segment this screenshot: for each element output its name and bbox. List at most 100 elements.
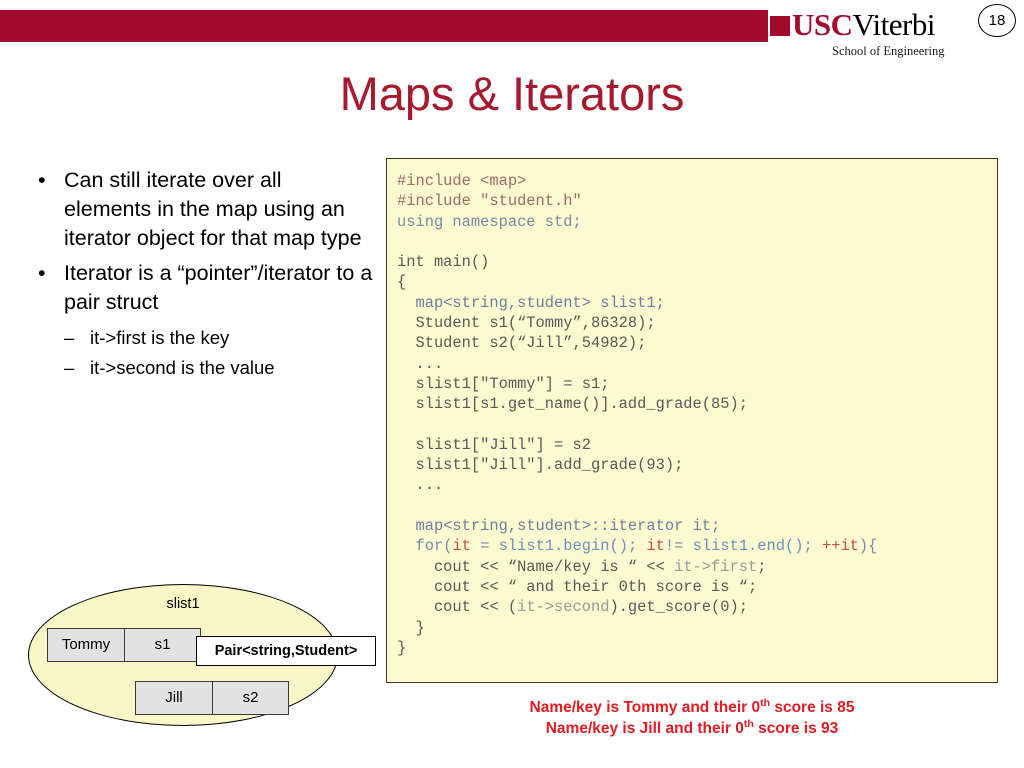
code-token: ...: [397, 476, 444, 495]
code-listing: #include <map> #include "student.h" using …: [386, 158, 998, 683]
code-token: ){: [858, 537, 878, 556]
logo-usc-text: USC: [792, 7, 853, 42]
map-entry-value: s2: [212, 682, 288, 714]
map-entry-value: s1: [124, 629, 200, 661]
program-output: Name/key is Tommy and their 0th score is…: [386, 697, 998, 739]
output-line2-sup: th: [743, 717, 754, 730]
code-token: ;: [803, 537, 822, 556]
bullet-item: • Can still iterate over all elements in …: [24, 166, 374, 253]
code-token: slist1[s1.get_name()].add_grade(85);: [397, 395, 748, 414]
code-token: slist1["Tommy"] = s1;: [397, 374, 610, 393]
bullet-text: it->first is the key: [90, 327, 230, 348]
code-line: int main(): [397, 252, 987, 272]
code-token: ;: [627, 537, 647, 556]
code-token: it->first: [674, 557, 758, 576]
code-line: Student s1(“Tommy”,86328);: [397, 313, 987, 333]
code-token: ...: [397, 354, 444, 373]
code-token: ++it: [821, 537, 859, 556]
code-token: for(: [415, 537, 453, 556]
code-token: ).get_score(0);: [609, 598, 748, 617]
code-line: #include "student.h": [397, 191, 987, 211]
bullet-text: Can still iterate over all elements in t…: [64, 168, 362, 250]
bullet-dash-icon: –: [64, 357, 75, 378]
output-line2-pre: Name/key is Jill and their 0: [545, 720, 744, 737]
map-entry-row: Jill s2: [135, 681, 289, 715]
code-token: it: [646, 537, 665, 556]
code-token: slist1.end(): [692, 537, 804, 556]
code-line: slist1["Jill"].add_grade(93);: [397, 455, 987, 475]
code-token: Student s2(“Jill”,54982);: [397, 334, 647, 353]
code-line: slist1["Tommy"] = s1;: [397, 374, 987, 394]
bullet-item: • Iterator is a “pointer”/iterator to a p…: [24, 259, 374, 317]
bullet-item: – it->first is the key: [24, 323, 374, 353]
program-output-line: Name/key is Tommy and their 0th score is…: [386, 697, 998, 718]
code-token: int main(): [397, 253, 490, 272]
bullet-list: • Can still iterate over all elements in …: [24, 166, 374, 383]
program-output-line: Name/key is Jill and their 0th score is …: [386, 718, 998, 739]
usc-viterbi-logo: USCViterbi School of Engineering: [770, 8, 960, 66]
logo-square-icon: [770, 16, 790, 36]
code-token: slist1["Jill"].add_grade(93);: [397, 456, 684, 475]
page-title: Maps & Iterators: [339, 67, 685, 120]
code-token: {: [397, 273, 407, 292]
header-accent-bar: [0, 10, 768, 42]
bullet-text: it->second is the value: [90, 357, 275, 378]
code-token: =: [470, 537, 499, 556]
code-token: map<string,student>::iterator it;: [415, 517, 721, 536]
code-line: ...: [397, 354, 987, 374]
output-line2-post: score is 93: [753, 720, 839, 737]
code-token: cout << “ and their 0th score is “;: [397, 577, 758, 596]
code-token: it->second: [517, 598, 610, 617]
code-line: slist1["Jill"] = s2: [397, 435, 987, 455]
code-token: cout << “Name/key is “ <<: [397, 557, 675, 576]
code-token: slist1["Jill"] = s2: [397, 435, 591, 454]
code-line: map<string,student> slist1;: [397, 293, 987, 313]
code-line: {: [397, 272, 987, 292]
map-entry-key: Tommy: [61, 636, 111, 653]
bullet-dash-icon: –: [64, 327, 75, 348]
output-line1-sup: th: [760, 696, 771, 709]
bullet-dot-icon: •: [38, 168, 46, 192]
code-line: for(it = slist1.begin(); it!= slist1.end…: [397, 536, 987, 556]
code-line: ...: [397, 475, 987, 495]
code-token: it: [452, 537, 471, 556]
code-token: #include <map>: [397, 172, 527, 190]
code-line: slist1[s1.get_name()].add_grade(85);: [397, 394, 987, 414]
map-name-label: slist1: [166, 596, 200, 612]
output-line1-pre: Name/key is Tommy and their 0: [529, 699, 761, 716]
code-token: map<string,student> slist1;: [415, 293, 665, 312]
code-token: slist1.begin(): [498, 537, 628, 556]
code-token: !=: [664, 537, 693, 556]
output-line1-post: score is 85: [770, 699, 855, 716]
page-number-badge: 18: [978, 4, 1016, 37]
code-line: }: [397, 638, 987, 658]
map-entry-row: Tommy s1: [47, 628, 201, 662]
code-line: cout << (it->second).get_score(0);: [397, 597, 987, 617]
code-line: #include <map>: [397, 171, 987, 191]
bullet-item: – it->second is the value: [24, 353, 374, 383]
bullet-text: Iterator is a “pointer”/iterator to a pa…: [64, 261, 373, 314]
logo-viterbi-text: Viterbi: [852, 7, 936, 42]
code-line: cout << “ and their 0th score is “;: [397, 577, 987, 597]
code-token: using namespace std;: [397, 212, 582, 231]
map-entry-key: Jill: [165, 689, 183, 706]
code-line: }: [397, 618, 987, 638]
code-token: }: [397, 638, 407, 657]
pair-type-callout: Pair<string,Student>: [196, 636, 376, 666]
code-line: cout << “Name/key is “ << it->first;: [397, 557, 987, 577]
bullet-dot-icon: •: [38, 261, 46, 285]
code-token: }: [397, 618, 425, 637]
code-token: #include "student.h": [397, 192, 582, 211]
code-token: cout << (: [397, 598, 518, 617]
logo-tagline: School of Engineering: [832, 44, 945, 58]
code-line: Student s2(“Jill”,54982);: [397, 333, 987, 353]
code-token: ;: [757, 557, 767, 576]
code-line: using namespace std;: [397, 212, 987, 232]
code-token: Student s1(“Tommy”,86328);: [397, 314, 656, 333]
map-diagram: slist1 Tommy s1 Jill s2 Pair<string,Stud…: [28, 584, 384, 738]
